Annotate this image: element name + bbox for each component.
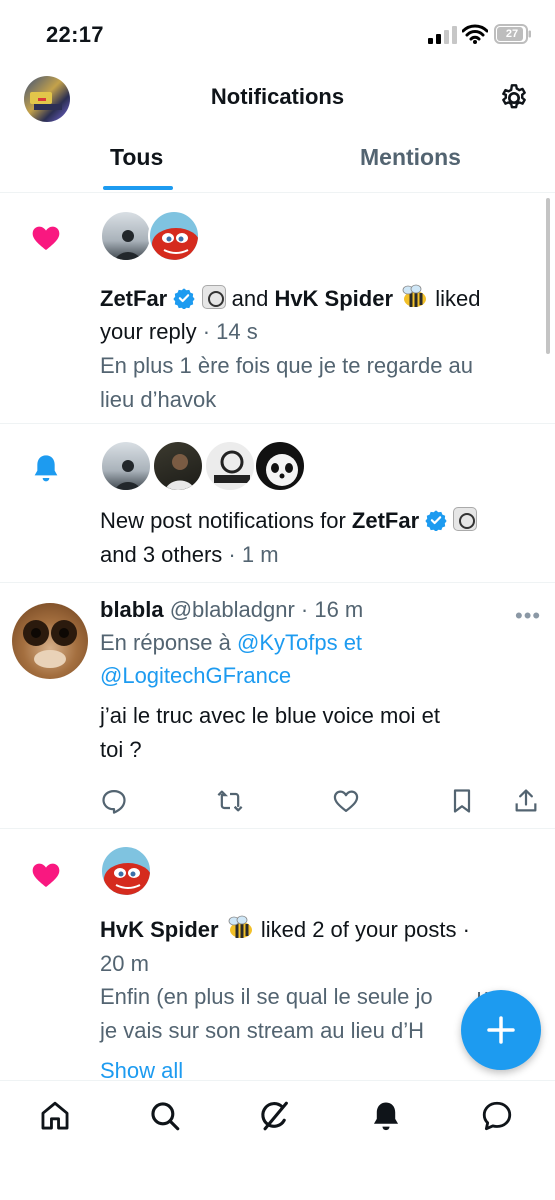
tab-all[interactable]: Tous [110, 144, 163, 171]
avatar[interactable] [100, 845, 152, 897]
bee-emoji-icon [228, 915, 252, 938]
notification-feed: ZetFar and HvK Spider liked your reply ·… [0, 194, 555, 1080]
notification-text: HvK Spider liked 2 of your posts · [100, 913, 470, 946]
bookmark-icon[interactable] [448, 787, 476, 815]
retweet-icon[interactable] [216, 787, 244, 815]
notification-like[interactable]: ZetFar and HvK Spider liked your reply ·… [0, 194, 555, 424]
affiliate-badge-icon [453, 507, 478, 531]
account-avatars [100, 440, 310, 494]
notifications-icon[interactable] [369, 1099, 403, 1133]
verified-badge-icon [425, 510, 447, 531]
plus-icon [487, 1016, 515, 1044]
liker-avatars [100, 210, 210, 264]
post-preview-line2: lieu d’havok [100, 387, 217, 412]
status-time: 22:17 [46, 22, 104, 47]
notification-suffix: and 3 others [100, 542, 223, 567]
notification-text-line2: your reply · 14 s [100, 315, 258, 348]
timestamp: 20 m [100, 951, 149, 976]
bee-emoji-icon [402, 284, 427, 307]
avatar[interactable] [204, 440, 256, 492]
tweet-body-line1: j’ai le truc avec le blue voice moi et [100, 703, 440, 728]
avatar[interactable] [100, 440, 152, 492]
action-text-2: your reply [100, 319, 197, 344]
like-icon[interactable] [332, 787, 360, 815]
avatar[interactable] [100, 210, 152, 262]
show-all-link[interactable]: Show all [100, 1054, 183, 1080]
action-text: liked 2 of your posts · [260, 917, 470, 942]
timestamp: · 14 s [196, 319, 258, 344]
more-options-icon[interactable]: ••• [515, 603, 541, 629]
gear-icon[interactable] [498, 82, 530, 114]
post-preview-text: Enfin (en plus il se qual le seule jo [100, 984, 433, 1009]
battery-level: 27 [505, 28, 519, 40]
home-indicator [172, 1179, 382, 1186]
active-tab-indicator [103, 186, 173, 190]
mention-joiner: et [337, 630, 363, 655]
notification-text-line2: and 3 others · 1 m [100, 538, 279, 571]
notification-reply[interactable]: blabla @blabladgnr · 16 m ••• En réponse… [0, 583, 555, 829]
joiner-text: and [225, 286, 275, 311]
share-icon[interactable] [512, 787, 540, 815]
tab-mentions[interactable]: Mentions [360, 144, 461, 171]
home-icon[interactable] [38, 1099, 72, 1133]
mention-link[interactable]: @KyTofps [237, 630, 338, 655]
user-name[interactable]: blabla [100, 597, 164, 622]
liker-avatars [100, 845, 160, 899]
reply-context: En réponse à @KyTofps et [100, 626, 362, 659]
bottom-navigation [0, 1080, 555, 1200]
reply-icon[interactable] [100, 787, 128, 815]
bell-icon [34, 455, 58, 482]
notification-text: ZetFar and HvK Spider liked [100, 282, 481, 315]
post-preview-line2: je vais sur son stream au lieu d’H [100, 1018, 425, 1043]
status-bar: 22:17 27 [0, 0, 555, 66]
notification-new-posts[interactable]: New post notifications for ZetFar and 3 … [0, 424, 555, 583]
tweet-body-line2: toi ? [100, 737, 142, 762]
notification-text: New post notifications for ZetFar [100, 504, 478, 537]
timestamp: · 16 m [294, 597, 364, 622]
reply-prefix: En réponse à [100, 630, 237, 655]
compose-button[interactable] [461, 990, 541, 1070]
wifi-icon [462, 24, 488, 44]
user-handle[interactable]: @blabladgnr [164, 597, 295, 622]
page-title: Notifications [210, 84, 345, 109]
avatar[interactable] [148, 210, 200, 262]
post-preview-line1: En plus 1 ère fois que je te regarde au [100, 353, 474, 378]
user-name[interactable]: HvK Spider [100, 917, 219, 942]
messages-icon[interactable] [480, 1099, 514, 1133]
user-name[interactable]: ZetFar [352, 508, 419, 533]
notification-prefix: New post notifications for [100, 508, 352, 533]
grok-icon[interactable] [258, 1099, 292, 1133]
mention-link[interactable]: @LogitechGFrance [100, 659, 291, 692]
avatar[interactable] [152, 440, 204, 492]
avatar[interactable] [12, 603, 88, 679]
timestamp: · 1 m [222, 542, 279, 567]
user-name[interactable]: HvK Spider [274, 286, 393, 311]
tweet-actions [100, 787, 540, 817]
verified-badge-icon [173, 288, 196, 309]
heart-icon [32, 863, 60, 887]
post-preview-line1: Enfin (en plus il se qual le seule jou [100, 980, 489, 1013]
heart-icon [32, 226, 60, 250]
notification-tabs: Tous Mentions [0, 140, 555, 193]
cellular-signal-icon [428, 26, 457, 44]
avatar[interactable] [254, 440, 306, 492]
user-name[interactable]: ZetFar [100, 286, 167, 311]
affiliate-badge-icon [201, 285, 226, 309]
tweet-header: blabla @blabladgnr · 16 m [100, 593, 363, 626]
header: Notifications [0, 70, 555, 130]
action-text: liked [435, 286, 481, 311]
search-icon[interactable] [148, 1099, 182, 1133]
